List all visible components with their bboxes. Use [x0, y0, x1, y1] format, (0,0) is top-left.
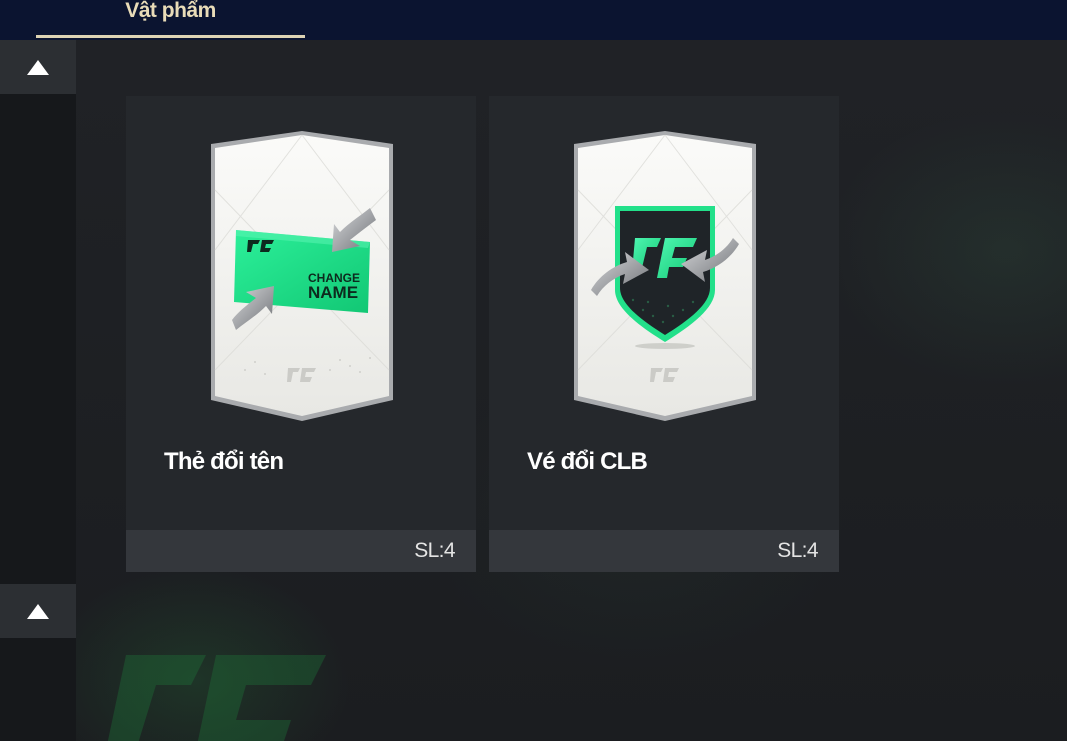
change-name-card-icon: CHANGE NAME — [211, 131, 393, 421]
item-card-change-name[interactable]: CHANGE NAME Thẻ đổi tên SL:4 — [126, 96, 476, 572]
tab-items-label: Vật phẩm — [125, 0, 216, 22]
triangle-up-icon — [27, 603, 49, 619]
club-transfer-shield-icon — [574, 131, 756, 421]
item-quantity: SL:4 — [777, 539, 818, 562]
item-footer: SL:4 — [126, 530, 476, 572]
item-quantity: SL:4 — [414, 539, 455, 562]
item-title: Vé đổi CLB — [527, 448, 648, 475]
tab-active-underline — [36, 35, 305, 38]
triangle-up-icon — [27, 59, 49, 75]
scroll-up-button-top[interactable] — [0, 40, 76, 94]
background-fc-logo-icon — [107, 655, 326, 741]
left-rail — [0, 40, 76, 741]
svg-text:NAME: NAME — [308, 283, 358, 302]
tab-items[interactable]: Vật phẩm — [36, 0, 305, 38]
item-card-club-transfer[interactable]: Vé đổi CLB SL:4 — [489, 96, 839, 572]
item-footer: SL:4 — [489, 530, 839, 572]
item-title: Thẻ đổi tên — [164, 448, 284, 475]
top-bar: Vật phẩm — [0, 0, 1067, 40]
scroll-up-button-bottom[interactable] — [0, 584, 76, 638]
